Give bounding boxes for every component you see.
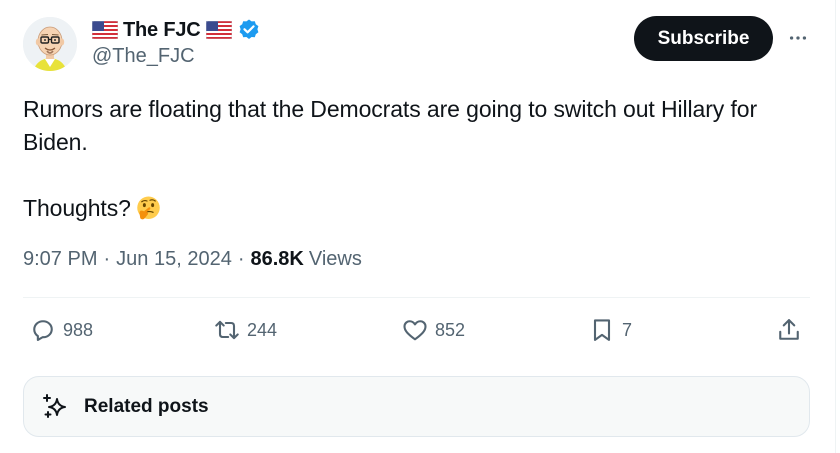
verified-badge-icon[interactable] xyxy=(237,18,261,42)
tweet-time[interactable]: 9:07 PM xyxy=(23,248,97,271)
subscribe-button[interactable]: Subscribe xyxy=(634,16,773,61)
divider xyxy=(23,297,810,298)
us-flag-icon xyxy=(205,21,232,39)
repost-count: 244 xyxy=(247,319,278,340)
sparkle-icon xyxy=(43,393,66,418)
repost-icon xyxy=(215,320,239,340)
reply-icon xyxy=(33,320,53,341)
related-posts-button[interactable]: Related posts xyxy=(23,376,810,437)
meta-separator: · xyxy=(103,248,111,270)
avatar[interactable] xyxy=(23,17,77,71)
repost-button[interactable]: 244 xyxy=(213,316,277,344)
views-count: 86.8K xyxy=(250,248,304,270)
bookmark-icon xyxy=(593,319,611,341)
bookmark-count: 7 xyxy=(622,319,633,340)
tweet-date[interactable]: Jun 15, 2024 xyxy=(116,248,232,271)
tweet-text: Rumors are floating that the Democrats a… xyxy=(23,93,823,225)
reply-count: 988 xyxy=(63,319,94,340)
share-icon xyxy=(779,319,799,340)
like-button[interactable]: 852 xyxy=(401,316,465,344)
tweet-line-2: Thoughts? xyxy=(23,192,823,225)
tweet-meta: 9:07 PM · Jun 15, 2024 · 86.8K Views xyxy=(23,248,362,271)
heart-icon xyxy=(403,320,427,341)
like-count: 852 xyxy=(435,319,466,340)
avatar-image xyxy=(23,17,77,71)
more-horizontal-icon xyxy=(789,36,807,40)
more-icon[interactable] xyxy=(786,26,810,50)
reply-button[interactable]: 988 xyxy=(29,316,93,344)
author-name-row[interactable]: The FJC xyxy=(92,17,261,43)
author-handle[interactable]: @The_FJC xyxy=(92,45,195,68)
related-posts-label: Related posts xyxy=(84,395,209,417)
tweet-line-2-text: Thoughts? xyxy=(23,195,131,221)
author-display-name[interactable]: The FJC xyxy=(123,19,201,42)
tweet-line-1: Rumors are floating that the Democrats a… xyxy=(23,96,758,155)
action-bar: 988 244 852 7 xyxy=(23,310,810,350)
meta-separator: · xyxy=(237,248,245,270)
bookmark-button[interactable]: 7 xyxy=(588,316,632,344)
share-button[interactable] xyxy=(775,316,803,344)
tweet-card: The FJC @The_FJC Subscribe Rumors are fl… xyxy=(0,0,836,453)
views-label: Views xyxy=(308,248,362,270)
thinking-face-emoji-icon xyxy=(137,196,160,220)
us-flag-icon xyxy=(92,21,118,39)
